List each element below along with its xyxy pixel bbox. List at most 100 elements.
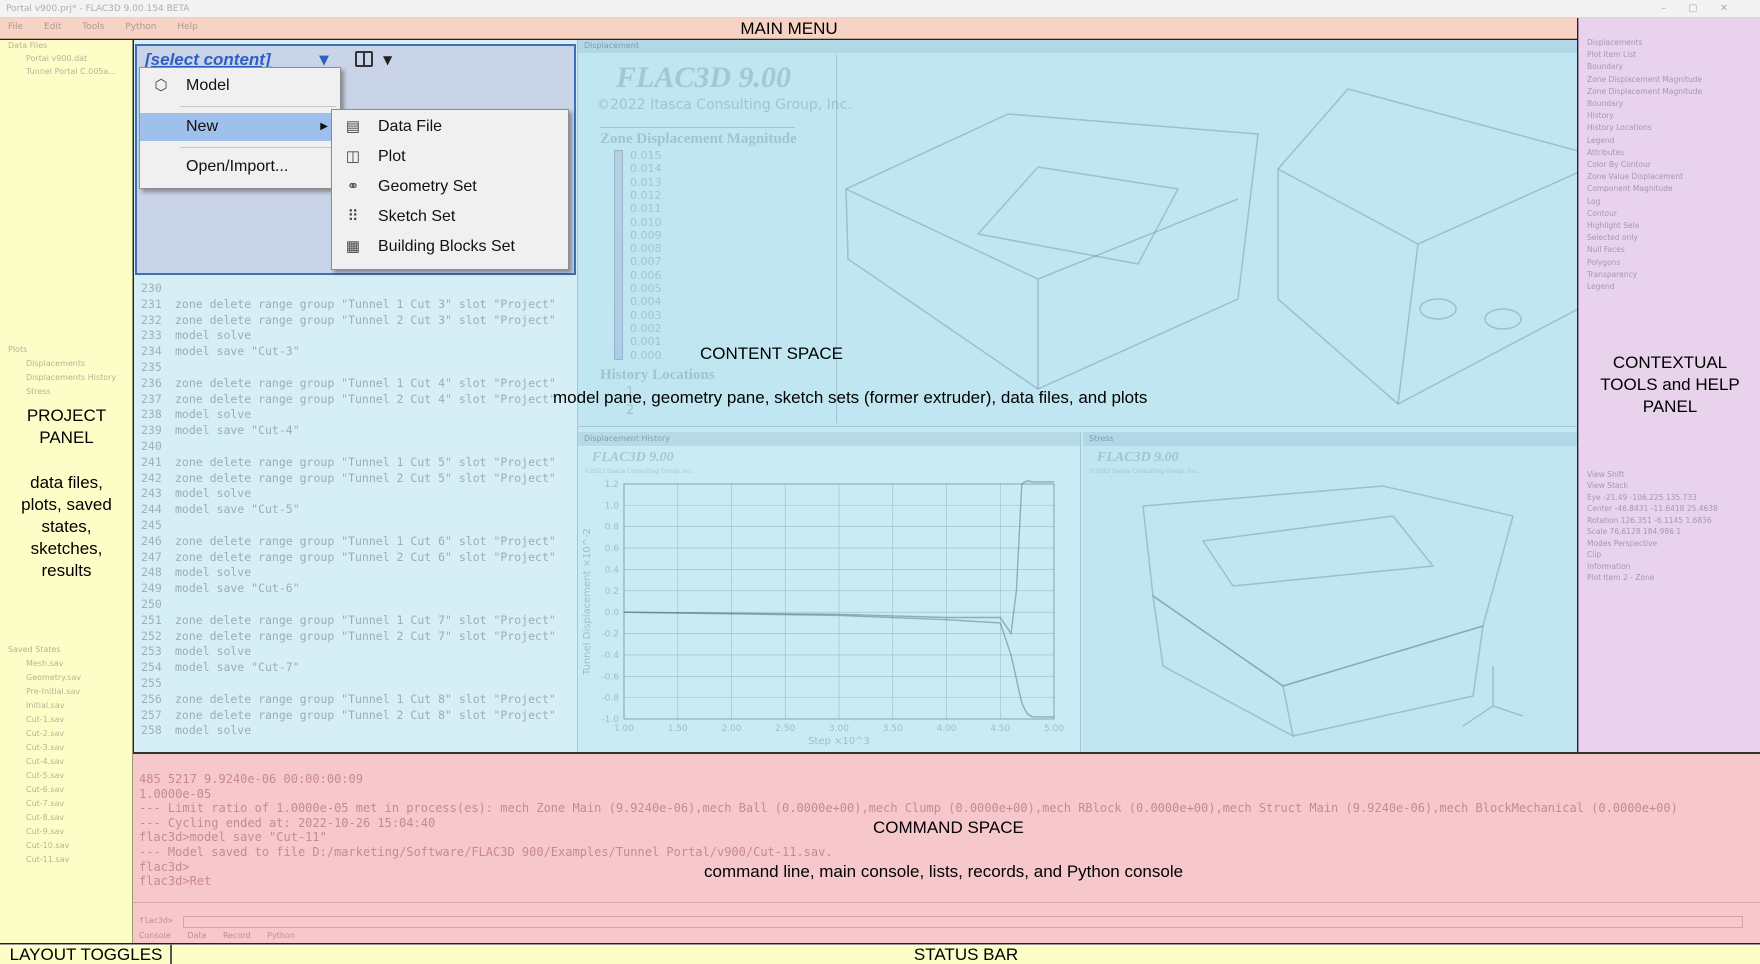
code-line[interactable]: 243 model solve [141, 486, 251, 500]
submenu-item-data-file[interactable]: ▤ Data File [332, 113, 568, 141]
code-line[interactable]: 236 zone delete range group "Tunnel 1 Cut… [141, 376, 556, 390]
menu-item-model[interactable]: ⬡ Model [140, 72, 340, 100]
tools-panel-item[interactable]: View Stack [1587, 481, 1628, 490]
code-line[interactable]: 233 model solve [141, 328, 251, 342]
tree-item[interactable]: Displacements History [26, 373, 116, 382]
tree-item-saved-state[interactable]: Cut-3.sav [26, 743, 64, 752]
tools-panel-item[interactable]: Null Faces [1587, 245, 1625, 254]
tools-panel-item[interactable]: View Shift [1587, 470, 1624, 479]
command-input[interactable] [183, 916, 1743, 928]
tree-item-saved-state[interactable]: Cut-6.sav [26, 785, 64, 794]
tree-item-saved-state[interactable]: Cut-10.sav [26, 841, 69, 850]
tools-panel-item[interactable]: Legend [1587, 282, 1615, 291]
displacement-history-chart[interactable]: 1.00 1.50 2.00 2.50 3.00 3.50 4.00 4.50 5.00 1.2 1… [578, 476, 1081, 752]
code-line[interactable]: 241 zone delete range group "Tunnel 1 Cut… [141, 455, 556, 469]
geometry-pane[interactable]: Stress FLAC3D 9.00 ©2022 Itasca Consulti… [1083, 432, 1578, 752]
tree-item-saved-state[interactable]: Geometry.sav [26, 673, 81, 682]
code-line[interactable]: 230 [141, 281, 175, 295]
tree-header-data-files[interactable]: Data Files [8, 41, 47, 50]
minimize-icon[interactable]: – [1661, 3, 1688, 14]
code-line[interactable]: 235 [141, 360, 175, 374]
plot-pane-tab[interactable]: Displacement History [584, 434, 670, 443]
code-line[interactable]: 249 model save "Cut-6" [141, 581, 300, 595]
tools-panel-item[interactable]: Boundary [1587, 62, 1623, 71]
tools-panel-item[interactable]: Zone Displacement Magnitude [1587, 75, 1702, 84]
tools-panel-item[interactable]: Center -46.8431 -11.6418 25.4638 [1587, 504, 1718, 513]
code-line[interactable]: 250 [141, 597, 175, 611]
code-line[interactable]: 252 zone delete range group "Tunnel 2 Cut… [141, 629, 556, 643]
code-line[interactable]: 256 zone delete range group "Tunnel 1 Cut… [141, 692, 556, 706]
tools-panel-item[interactable]: Legend [1587, 136, 1615, 145]
code-line[interactable]: 240 [141, 439, 175, 453]
tools-panel-item[interactable]: Color By Contour [1587, 160, 1651, 169]
tools-panel-item[interactable]: Component Magnitude [1587, 184, 1673, 193]
code-line[interactable]: 231 zone delete range group "Tunnel 1 Cut… [141, 297, 556, 311]
model-pane-toolbar[interactable]: Displacement [578, 39, 1578, 53]
tree-item-saved-state[interactable]: Cut-1.sav [26, 715, 64, 724]
tree-header-saved-states[interactable]: Saved States [8, 645, 61, 654]
code-line[interactable]: 242 zone delete range group "Tunnel 2 Cut… [141, 471, 556, 485]
submenu-item-sketch-set[interactable]: ⠿ Sketch Set [332, 203, 568, 231]
tab-data-record[interactable]: Data Record [187, 931, 250, 940]
tools-panel-item[interactable]: Eye -21.49 -106.225 135.733 [1587, 493, 1697, 502]
model-3d-view[interactable] [838, 59, 1578, 419]
submenu-item-geometry-set[interactable]: ⚭ Geometry Set [332, 173, 568, 201]
code-line[interactable]: 244 model save "Cut-5" [141, 502, 300, 516]
console-tabs[interactable]: Console Data Record Python [139, 931, 295, 940]
model-pane-tab[interactable]: Displacement [584, 41, 639, 50]
code-line[interactable]: 253 model solve [141, 644, 251, 658]
tools-panel-item[interactable]: Zone Value Displacement [1587, 172, 1683, 181]
tools-panel-item[interactable]: Plot Item List [1587, 50, 1636, 59]
code-line[interactable]: 258 model solve [141, 723, 251, 737]
tools-panel-item[interactable]: Information [1587, 562, 1630, 571]
maximize-icon[interactable]: ▢ [1688, 3, 1719, 14]
tab-python[interactable]: Python [267, 931, 295, 940]
tree-item-saved-state[interactable]: Pre-Initial.sav [26, 687, 80, 696]
tree-item-saved-state[interactable]: Cut-2.sav [26, 729, 64, 738]
tools-panel-item[interactable]: Plot Item 2 - Zone [1587, 573, 1654, 582]
tools-panel-item[interactable]: Rotation 126.351 -6.1145 1.6836 [1587, 516, 1712, 525]
tab-console[interactable]: Console [139, 931, 171, 940]
plot-pane[interactable]: Displacement History FLAC3D 9.00 ©2022 I… [578, 432, 1081, 752]
window-controls[interactable]: –▢✕ [1661, 0, 1750, 18]
tools-panel-item[interactable]: Highlight Sele [1587, 221, 1639, 230]
code-line[interactable]: 247 zone delete range group "Tunnel 2 Cut… [141, 550, 556, 564]
geometry-pane-toolbar[interactable]: Stress [1083, 432, 1578, 446]
tree-item-saved-state[interactable]: Cut-8.sav [26, 813, 64, 822]
tools-panel-item[interactable]: Displacements [1587, 38, 1642, 47]
tools-panel-item[interactable]: Modes Perspective [1587, 539, 1657, 548]
tools-panel-item[interactable]: Log [1587, 197, 1600, 206]
tree-item-saved-state[interactable]: Cut-7.sav [26, 799, 64, 808]
tree-item-saved-state[interactable]: Cut-11.sav [26, 855, 69, 864]
plot-pane-toolbar[interactable]: Displacement History [578, 432, 1080, 446]
tree-item-saved-state[interactable]: Mesh.sav [26, 659, 63, 668]
code-line[interactable]: 254 model save "Cut-7" [141, 660, 300, 674]
split-layout-icon[interactable] [355, 51, 373, 67]
tree-header-plots[interactable]: Plots [8, 345, 27, 354]
menu-item-new[interactable]: New ▶ [140, 113, 340, 141]
tools-panel-item[interactable]: Scale 76.6128 184.986 1 [1587, 527, 1681, 536]
stress-3d-view[interactable] [1083, 446, 1578, 752]
layout-toggles[interactable]: LAYOUT TOGGLES [0, 944, 172, 964]
code-line[interactable]: 237 zone delete range group "Tunnel 2 Cut… [141, 392, 556, 406]
tree-item-saved-state[interactable]: Cut-4.sav [26, 757, 64, 766]
tree-item-saved-state[interactable]: Initial.sav [26, 701, 64, 710]
code-line[interactable]: 248 model solve [141, 565, 251, 579]
tools-panel-item[interactable]: Transparency [1587, 270, 1637, 279]
code-line[interactable]: 246 zone delete range group "Tunnel 1 Cut… [141, 534, 556, 548]
code-line[interactable]: 234 model save "Cut-3" [141, 344, 300, 358]
tree-item[interactable]: Tunnel Portal C.005a... [26, 67, 116, 76]
code-line[interactable]: 239 model save "Cut-4" [141, 423, 300, 437]
model-pane[interactable]: Displacement FLAC3D 9.00 ©2022 Itasca Co… [578, 39, 1578, 427]
tools-panel-item[interactable]: Selected only [1587, 233, 1638, 242]
tools-panel-item[interactable]: Zone Displacement Magnitude [1587, 87, 1702, 96]
code-line[interactable]: 251 zone delete range group "Tunnel 1 Cut… [141, 613, 556, 627]
tree-item-saved-state[interactable]: Cut-9.sav [26, 827, 64, 836]
pane-splitter[interactable] [836, 55, 837, 423]
menu-item-open-import[interactable]: Open/Import... [140, 153, 340, 181]
tree-item[interactable]: Portal v900.dat [26, 54, 87, 63]
tree-item[interactable]: Stress [26, 387, 51, 396]
submenu-item-building-blocks-set[interactable]: ▦ Building Blocks Set [332, 233, 568, 261]
code-line[interactable]: 245 [141, 518, 175, 532]
chevron-down-icon[interactable]: ▼ [383, 53, 392, 67]
